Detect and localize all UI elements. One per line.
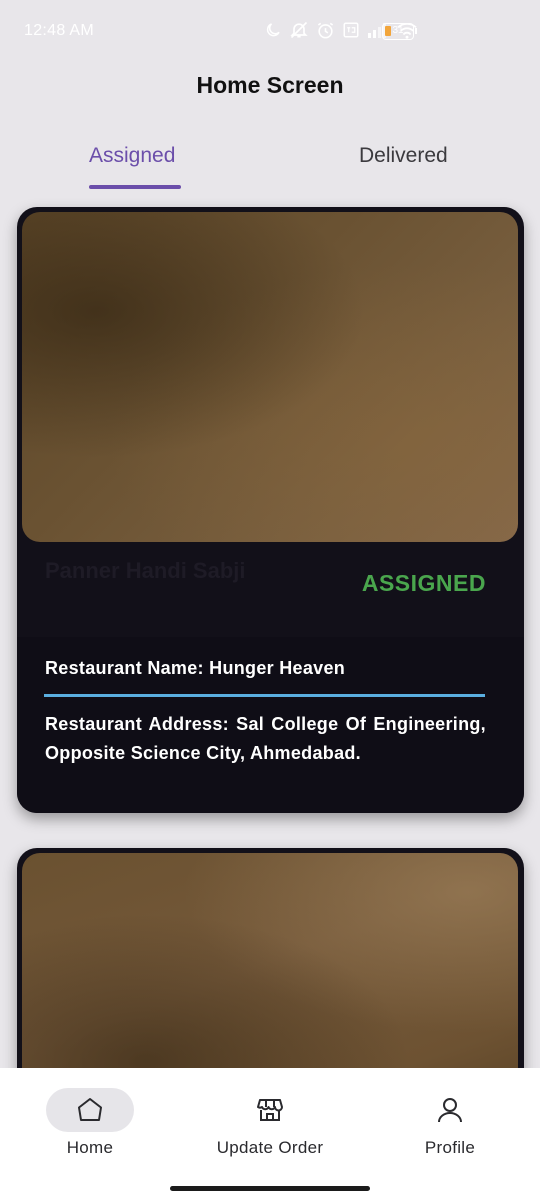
tab-bar: Assigned Delivered: [0, 130, 540, 192]
tab-delivered[interactable]: Delivered: [359, 144, 448, 168]
divider: [44, 694, 485, 697]
restaurant-address: Restaurant Address: Sal College Of Engin…: [45, 714, 486, 763]
status-bar: 12:48 AM 31: [0, 0, 540, 64]
moon-icon: [266, 23, 280, 37]
nav-item-profile[interactable]: Profile: [360, 1068, 540, 1178]
volte-icon: [343, 22, 359, 38]
bottom-navigation: Home Update Order Profile: [0, 1068, 540, 1200]
tab-indicator: [89, 185, 181, 189]
tab-assigned[interactable]: Assigned: [89, 144, 175, 168]
battery-icon: 31: [382, 23, 417, 40]
person-icon: [438, 1098, 462, 1123]
home-icon: [78, 1098, 102, 1121]
store-icon: [257, 1099, 283, 1121]
mute-icon: [290, 21, 308, 39]
nav-item-update-order[interactable]: Update Order: [180, 1068, 360, 1178]
status-badge: ASSIGNED: [361, 570, 486, 596]
alarm-icon: [317, 22, 334, 38]
battery-level: 31: [392, 25, 404, 36]
page-title: Home Screen: [196, 72, 344, 98]
order-card[interactable]: Panner Handi Sabji ASSIGNED Restaurant N…: [17, 207, 524, 813]
home-indicator: [170, 1186, 370, 1191]
nav-label-profile: Profile: [424, 1138, 476, 1157]
dish-image: [22, 212, 518, 542]
nav-label-update-order: Update Order: [216, 1138, 324, 1157]
dish-name: Panner Handi Sabji: [45, 558, 246, 583]
nav-item-home[interactable]: Home: [0, 1068, 180, 1178]
restaurant-name: Restaurant Name: Hunger Heaven: [45, 658, 346, 678]
status-time: 12:48 AM: [24, 22, 95, 39]
nav-label-home: Home: [66, 1138, 114, 1157]
